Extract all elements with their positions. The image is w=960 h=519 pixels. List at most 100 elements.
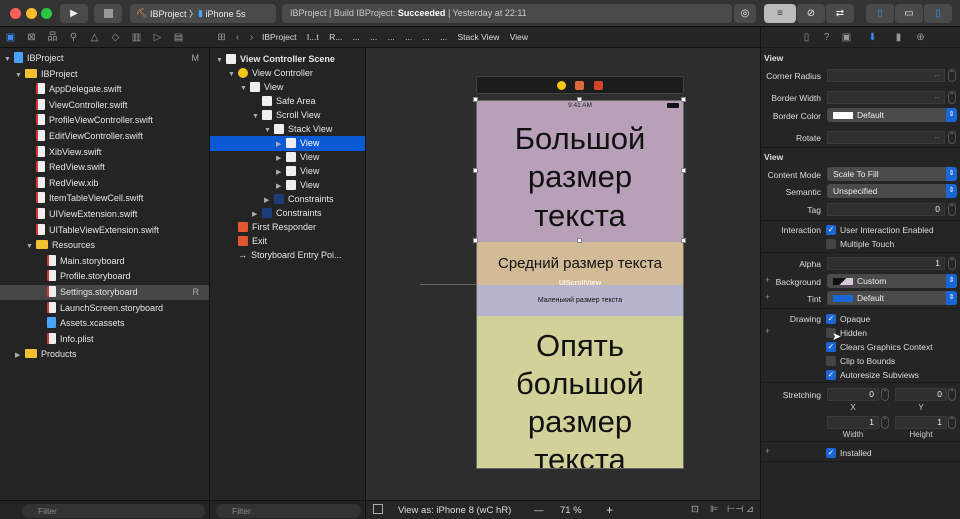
user-interaction-checkbox[interactable]: ✓ [826, 225, 836, 235]
multiple-touch-checkbox[interactable] [826, 239, 836, 249]
resolve-issues-icon[interactable]: ⊿ [746, 504, 754, 515]
clears-graphics-checkbox[interactable]: ✓ [826, 342, 836, 352]
navigator-item[interactable]: EditViewController.swift [0, 129, 209, 144]
semantic-select[interactable]: Unspecified ⇕ [827, 184, 957, 198]
jump-controller[interactable]: ... [405, 32, 412, 42]
jump-view[interactable]: ... [423, 32, 430, 42]
corner-radius-stepper[interactable]: ⌃ [948, 69, 956, 82]
size-inspector-icon[interactable]: ▮ [893, 32, 904, 43]
stretch-width-field[interactable]: 1 [827, 416, 879, 429]
outline-filter-input[interactable]: Filter [216, 504, 361, 518]
library-button[interactable]: ◎ [734, 4, 756, 23]
navigator-item[interactable]: ViewController.swift [0, 98, 209, 113]
breakpoint-navigator-icon[interactable]: ▷ [152, 32, 163, 43]
back-icon[interactable]: ‹ [232, 32, 243, 43]
jump-stack-view[interactable]: Stack View [457, 32, 499, 42]
scheme-selector[interactable]: ⛏ IBProject 〉 ▮ iPhone 5s [130, 4, 276, 23]
jump-scene[interactable]: ... [388, 32, 395, 42]
embed-in-icon[interactable]: ⊡ [691, 504, 699, 515]
navigator-item[interactable]: ▶ Products [0, 347, 209, 362]
rotate-field[interactable]: -- [827, 131, 945, 144]
large-text-view-2[interactable]: Опять большой размер текста [477, 316, 683, 468]
tag-field[interactable]: 0 [827, 203, 945, 216]
related-items-icon[interactable]: ⊞ [216, 32, 227, 43]
symbol-navigator-icon[interactable]: 品 [47, 32, 58, 43]
corner-radius-field[interactable]: -- [827, 69, 945, 82]
jump-file[interactable]: ... [353, 32, 360, 42]
outline-toggle-icon[interactable] [373, 504, 383, 514]
resize-handle[interactable] [577, 97, 582, 102]
version-editor-button[interactable]: ⇄ [826, 4, 854, 23]
minimize-window-button[interactable] [26, 8, 37, 19]
jump-folder[interactable]: R... [329, 32, 342, 42]
content-mode-select[interactable]: Scale To Fill ⇕ [827, 167, 957, 181]
exit-icon[interactable] [594, 81, 603, 90]
navigator-item[interactable]: Settings.storyboard R [0, 285, 209, 300]
outline-item[interactable]: ▶ Constraints [210, 192, 365, 207]
add-variation-icon[interactable]: + [765, 326, 770, 336]
navigator-item[interactable]: UIViewExtension.swift [0, 207, 209, 222]
small-text-view[interactable]: UIScrollView Маленький размер текста [477, 280, 683, 316]
toggle-inspector-button[interactable]: ▯ [924, 4, 952, 23]
alpha-field[interactable]: 1 [827, 257, 945, 270]
outline-item[interactable]: ▼ Scroll View [210, 108, 365, 123]
border-width-field[interactable]: -- [827, 91, 945, 104]
jump-folder[interactable]: I...t [307, 32, 319, 42]
view-as-device-button[interactable]: View as: iPhone 8 (wC hR) [398, 505, 511, 516]
connections-inspector-icon[interactable]: ⊕ [915, 32, 926, 43]
disclosure-triangle[interactable]: ▼ [4, 52, 14, 67]
add-variation-icon[interactable]: + [765, 446, 770, 456]
alpha-stepper[interactable]: ⌃ [948, 257, 956, 270]
report-navigator-icon[interactable]: ▤ [173, 32, 184, 43]
add-variation-icon[interactable]: + [765, 275, 770, 285]
large-text-view[interactable]: 9:41 AM Большой размер текста [477, 101, 683, 242]
run-button[interactable]: ▶ [60, 4, 88, 23]
navigator-item[interactable]: RedView.xib [0, 176, 209, 191]
navigator-item[interactable]: Assets.xcassets [0, 316, 209, 331]
navigator-item[interactable]: ItemTableViewCell.swift [0, 191, 209, 206]
toggle-debug-area-button[interactable]: ▭ [895, 4, 923, 23]
stretch-y-field[interactable]: 0 [895, 388, 947, 401]
stretch-height-stepper[interactable]: ⌃ [948, 416, 956, 429]
resize-handle[interactable] [473, 168, 478, 173]
outline-item[interactable]: First Responder [210, 220, 365, 235]
standard-editor-button[interactable]: ≡ [764, 4, 796, 23]
identity-inspector-icon[interactable]: ▣ [841, 32, 852, 43]
debug-navigator-icon[interactable]: ▥ [131, 32, 142, 43]
resize-handle[interactable] [681, 168, 686, 173]
installed-checkbox[interactable]: ✓ [826, 448, 836, 458]
zoom-window-button[interactable] [41, 8, 52, 19]
border-width-stepper[interactable]: ⌃ [948, 91, 956, 104]
view-controller-icon[interactable] [557, 81, 566, 90]
resize-handle[interactable] [577, 238, 582, 243]
align-icon[interactable]: ⊫ [710, 504, 718, 515]
project-navigator-icon[interactable]: ▣ [5, 32, 16, 43]
resize-handle[interactable] [681, 97, 686, 102]
navigator-item[interactable]: ▼ IBProject M [0, 51, 209, 66]
rotate-stepper[interactable]: ⌃ [948, 131, 956, 144]
forward-icon[interactable]: › [246, 32, 257, 43]
stretch-y-stepper[interactable]: ⌃ [948, 388, 956, 401]
background-select[interactable]: Custom ⇕ [827, 274, 957, 288]
tint-select[interactable]: Default ⇕ [827, 291, 957, 305]
outline-item[interactable]: ▶ View [210, 136, 365, 151]
add-constraints-icon[interactable]: ⊢⊣ [727, 504, 744, 515]
source-control-icon[interactable]: ⊠ [26, 32, 37, 43]
tag-stepper[interactable]: ⌃ [948, 203, 956, 216]
stretch-x-stepper[interactable]: ⌃ [881, 388, 889, 401]
outline-item[interactable]: ▶ Constraints [210, 206, 365, 221]
stop-button[interactable] [94, 4, 122, 23]
jump-view[interactable]: ... [440, 32, 447, 42]
navigator-item[interactable]: ▼ Resources [0, 238, 209, 253]
jump-file[interactable]: ... [370, 32, 377, 42]
jump-project[interactable]: IBProject [262, 32, 297, 42]
navigator-item[interactable]: ▼ IBProject [0, 67, 209, 82]
assistant-editor-button[interactable]: ⊘ [797, 4, 825, 23]
stretch-x-field[interactable]: 0 [827, 388, 879, 401]
outline-item[interactable]: ▼ View Controller Scene [210, 52, 365, 67]
outline-item[interactable]: ▶ View [210, 178, 365, 193]
navigator-item[interactable]: UITableViewExtension.swift [0, 223, 209, 238]
zoom-in-button[interactable]: + [606, 503, 613, 517]
medium-text-view[interactable]: Средний размер текста [477, 242, 683, 285]
clip-to-bounds-checkbox[interactable] [826, 356, 836, 366]
